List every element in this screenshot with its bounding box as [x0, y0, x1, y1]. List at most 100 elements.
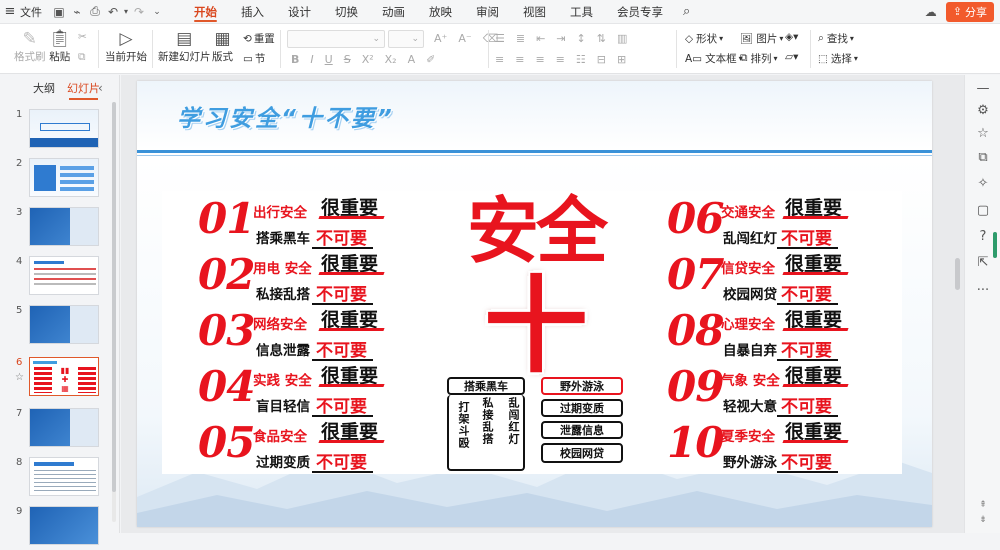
superscript-icon[interactable]: X² — [362, 53, 374, 66]
slide-thumbnail[interactable]: 9 — [0, 506, 115, 550]
section-button[interactable]: ▭ 节 — [243, 51, 265, 66]
tab-slides[interactable]: 幻灯片 — [67, 80, 100, 100]
columns-icon[interactable]: ▥ — [617, 32, 627, 45]
font-size-select[interactable]: ⌄ — [388, 30, 424, 48]
tab-tools[interactable]: 工具 — [558, 0, 605, 24]
more-dropdown-icon[interactable]: ⌄ — [148, 3, 166, 21]
slide-thumbnail[interactable]: 1 — [0, 109, 115, 153]
tab-design[interactable]: 设计 — [276, 0, 323, 24]
reset-button[interactable]: ⟲ 重置 — [243, 31, 275, 46]
format-pane-icon[interactable]: ▢ — [965, 203, 1000, 218]
menu-icon[interactable]: ≡ — [0, 4, 20, 19]
arrange-dropdown-icon: ▾ — [773, 54, 778, 63]
share-button[interactable]: ⇪ 分享 — [945, 1, 994, 22]
star-icon[interactable]: ☆ — [965, 126, 1000, 141]
print-icon[interactable]: ⎙ — [86, 3, 104, 21]
item-action: 乱闯红灯 — [723, 231, 777, 247]
indent-less-icon[interactable]: ⇤ — [536, 32, 545, 45]
center-column: 乱闯红灯 — [507, 397, 520, 445]
arrange-button[interactable]: ⧉ 排列 ▾ — [740, 51, 778, 66]
slide-thumbnail[interactable]: 4 — [0, 256, 115, 300]
collapse-panel-icon[interactable]: ‹ — [98, 81, 103, 95]
tab-home[interactable]: 开始 — [182, 0, 229, 24]
magic-tool-icon[interactable]: ✧ — [965, 176, 1000, 191]
page-down-icon[interactable]: ⇟ — [965, 515, 1000, 525]
tab-insert[interactable]: 插入 — [229, 0, 276, 24]
bullets-icon[interactable]: ☰ — [495, 32, 505, 45]
tab-member[interactable]: 会员专享 — [605, 0, 675, 24]
font-color-icon[interactable]: A — [408, 53, 416, 66]
play-from-current-button[interactable]: ▷ 当前开始 — [105, 29, 147, 64]
link-icon[interactable]: ⌁ — [68, 3, 86, 21]
right-scroll-indicator[interactable] — [993, 232, 997, 258]
page-up-icon[interactable]: ⇞ — [965, 500, 1000, 510]
justify-icon[interactable]: ≡ — [556, 53, 565, 66]
slide-thumbnail[interactable]: 5 — [0, 305, 115, 349]
vertical-align-icon[interactable]: ⊟ — [597, 53, 606, 66]
tab-review[interactable]: 审阅 — [464, 0, 511, 24]
file-menu[interactable]: 文件 — [20, 4, 42, 20]
shape-button[interactable]: ◇ 形状 ▾ — [685, 31, 723, 46]
canvas-scrollbar[interactable] — [955, 258, 960, 290]
scrollbar-thumb[interactable] — [112, 102, 116, 492]
font-name-select[interactable]: ⌄ — [287, 30, 385, 48]
new-slide-button[interactable]: ▤ 新建幻灯片 — [158, 29, 211, 64]
align-center-icon[interactable]: ≡ — [515, 53, 524, 66]
italic-icon[interactable]: I — [310, 53, 313, 66]
redo-icon[interactable]: ↷ — [130, 3, 148, 21]
align-left-icon[interactable]: ≡ — [495, 53, 504, 66]
safety-poster[interactable]: 01 出行安全 很重要 搭乘黑车 不可要 02 用电 安全 很重要 私接乱搭 不… — [162, 189, 902, 474]
strike-icon[interactable]: S — [344, 53, 351, 66]
tab-slideshow[interactable]: 放映 — [417, 0, 464, 24]
picture-button[interactable]: 🖼︎ 图片 ▾ — [740, 31, 783, 46]
paste-button[interactable]: 📋︎ 粘贴 — [49, 29, 71, 64]
align-right-icon[interactable]: ≡ — [535, 53, 544, 66]
save-icon[interactable]: ▣ — [50, 3, 68, 21]
fill-icon[interactable]: ◈▾ — [785, 31, 798, 43]
slide[interactable]: 学习安全“十不要” 01 出行安全 很重要 搭乘黑车 不可要 02 用电 安全 … — [137, 81, 932, 527]
tab-transition[interactable]: 切换 — [323, 0, 370, 24]
slide-canvas: 学习安全“十不要” 01 出行安全 很重要 搭乘黑车 不可要 02 用电 安全 … — [121, 75, 964, 533]
tab-animation[interactable]: 动画 — [370, 0, 417, 24]
cut-icon[interactable]: ✂ — [78, 31, 87, 43]
slide-thumbnail[interactable]: 7 — [0, 408, 115, 452]
outline-icon[interactable]: ▱▾ — [785, 51, 798, 63]
line-spacing-icon[interactable]: ↕ — [577, 32, 586, 45]
slide-title[interactable]: 学习安全“十不要” — [177, 99, 395, 133]
subscript-icon[interactable]: X₂ — [385, 53, 397, 66]
adjust-icon[interactable]: ⚙ — [965, 103, 1000, 118]
indent-more-icon[interactable]: ⇥ — [556, 32, 565, 45]
copy-panel-icon[interactable]: ⧉ — [965, 150, 1000, 165]
numbering-icon[interactable]: ≣ — [516, 32, 525, 45]
smart-art-icon[interactable]: ⊞ — [617, 53, 626, 66]
slide-thumbnail[interactable]: 2 — [0, 158, 115, 202]
minimize-panel-icon[interactable]: — — [965, 81, 1000, 96]
undo-dropdown-icon[interactable]: ▾ — [122, 3, 130, 21]
undo-icon[interactable]: ↶ — [104, 3, 122, 21]
bold-icon[interactable]: B — [291, 53, 299, 66]
highlight-icon[interactable]: ✐ — [426, 53, 435, 66]
item-important: 很重要 — [785, 417, 842, 444]
textbox-button[interactable]: A▭ 文本框 ▾ — [685, 51, 743, 66]
select-button[interactable]: ⬚ 选择 ▾ — [818, 51, 858, 66]
find-button[interactable]: ⌕ 查找 ▾ — [818, 31, 854, 46]
format-painter-button[interactable]: ✎ 格式刷 — [14, 29, 46, 64]
slide-thumbnail[interactable]: 8 — [0, 457, 115, 501]
font-grow-icon[interactable]: A⁺ — [434, 32, 447, 45]
slide-thumbnail[interactable]: 3 — [0, 207, 115, 251]
slide-thumbnail-active[interactable]: 6 ☆ ▮▮ ✚ ▦ — [0, 357, 115, 401]
thumbnail-scrollbar[interactable] — [112, 102, 116, 522]
tab-outline[interactable]: 大纲 — [33, 80, 55, 96]
slide-preview — [29, 256, 99, 295]
search-icon[interactable]: ⌕ — [683, 4, 690, 19]
cloud-icon[interactable]: ☁ — [922, 3, 940, 21]
item-category: 实践 安全 — [253, 373, 312, 389]
layout-button[interactable]: ▦ 版式 — [212, 29, 233, 64]
underline-icon[interactable]: U — [325, 53, 333, 66]
font-shrink-icon[interactable]: A⁻ — [458, 32, 471, 45]
tab-view[interactable]: 视图 — [511, 0, 558, 24]
text-direction-icon[interactable]: ⇅ — [597, 32, 606, 45]
distribute-icon[interactable]: ☷ — [576, 53, 586, 66]
more-icon[interactable]: ··· — [965, 283, 1000, 298]
copy-icon[interactable]: ⧉ — [78, 51, 86, 64]
